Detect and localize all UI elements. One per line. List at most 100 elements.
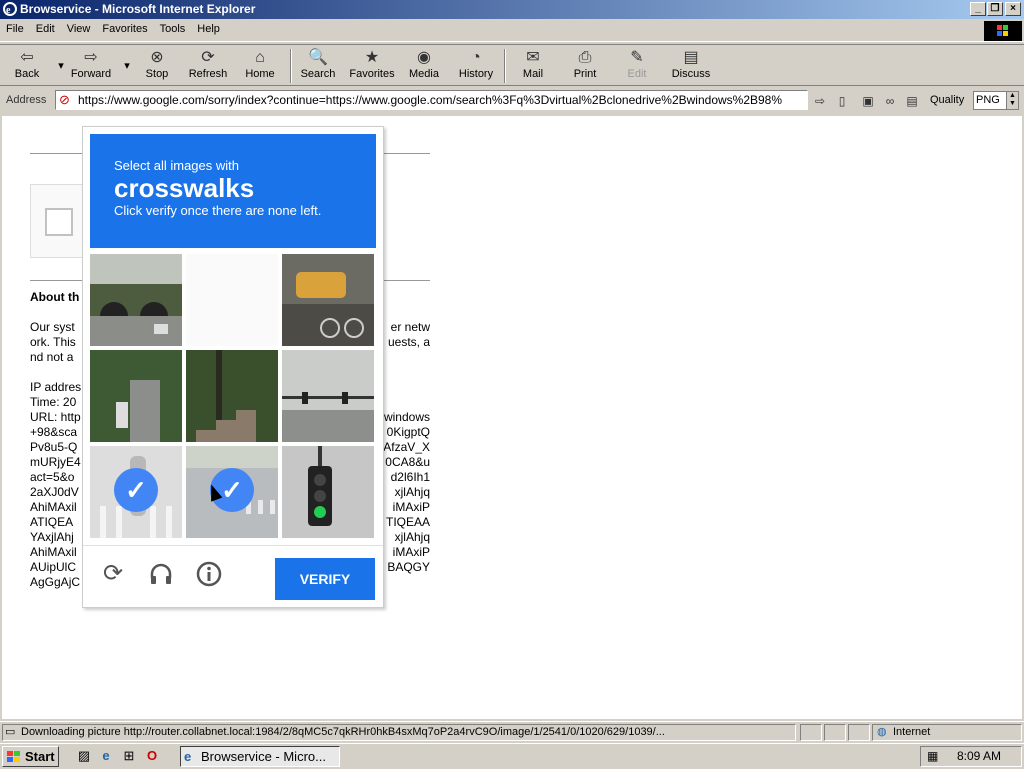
toolbar-separator (504, 49, 506, 83)
print-icon: ⎙ (578, 49, 592, 66)
captcha-tile-bridge-tunnel[interactable] (90, 254, 182, 346)
toolbar-label: Mail (522, 68, 544, 80)
line-left: 2aXJ0dV (30, 485, 79, 499)
line-right: TIQEAA (385, 515, 430, 529)
bookmark-icon[interactable]: ▯ (834, 93, 850, 109)
home-button[interactable]: ⌂ Home (238, 47, 282, 85)
line-left: ork. This (30, 335, 76, 349)
edit-button: ✎ Edit (620, 47, 654, 85)
page-loading-icon: ▭ (5, 726, 16, 738)
captcha-tile-traffic-lights-road[interactable] (282, 350, 374, 442)
back-button[interactable]: ⇦ Back (4, 47, 50, 85)
window-title: Browservice - Microsoft Internet Explore… (20, 2, 256, 16)
stop-button[interactable]: ⊗ Stop (140, 47, 174, 85)
discuss-button[interactable]: ▤ Discuss (666, 47, 716, 85)
title-bar[interactable]: e Browservice - Microsoft Internet Explo… (0, 0, 1024, 19)
start-button[interactable]: Start (2, 746, 59, 767)
toolbar-label: History (458, 68, 494, 80)
recaptcha-checkbox[interactable] (45, 208, 73, 236)
line-left: AgGgAjC (30, 575, 81, 589)
captcha-tile-crosswalk-pedestrian[interactable]: ✓ (90, 446, 182, 538)
windows-logo-icon (984, 21, 1022, 41)
forward-button[interactable]: ⇨ Forward (66, 47, 116, 85)
headphones-icon[interactable] (147, 560, 175, 588)
verify-button[interactable]: VERIFY (275, 558, 375, 600)
task-label: Browservice - Micro... (201, 749, 326, 764)
captcha-tile-stairs-trees[interactable] (186, 350, 278, 442)
line-right: uests, a (387, 335, 430, 349)
refresh-button[interactable]: ⟳ Refresh (186, 47, 230, 85)
line-left: +98&sca (30, 425, 78, 439)
menu-file[interactable]: File (0, 20, 30, 38)
start-label: Start (25, 749, 55, 764)
line-left: YAxjlAhj (30, 530, 74, 544)
address-url: https://www.google.com/sorry/index?conti… (78, 93, 783, 107)
toolbar-label: Forward (70, 68, 112, 80)
favorites-button[interactable]: ★ Favorites (346, 47, 398, 85)
windows-flag-icon (6, 750, 22, 769)
mail-button[interactable]: ✉ Mail (512, 47, 554, 85)
line-left: AhiMAxil (30, 545, 77, 559)
globe-icon: ◍ (877, 726, 887, 738)
clipboard-icon[interactable]: ▤ (904, 93, 920, 109)
toolbar-separator (290, 49, 292, 83)
captcha-tile-blank-loading[interactable] (186, 254, 278, 346)
info-icon[interactable] (195, 560, 223, 588)
menu-edit[interactable]: Edit (30, 20, 61, 38)
page-icon: ⊘ (59, 92, 70, 107)
minimize-button[interactable]: _ (970, 2, 986, 16)
captcha-hint: Click verify once there are none left. (114, 203, 322, 218)
history-button[interactable]: ◔ History (454, 47, 498, 85)
menu-help[interactable]: Help (191, 20, 226, 38)
spinner-icon[interactable]: ▲ ▼ (1006, 92, 1018, 109)
tray-network-icon[interactable]: ▦ (927, 747, 938, 766)
back-arrow-icon: ⇦ (20, 49, 34, 66)
print-button[interactable]: ⎙ Print (566, 47, 604, 85)
page-view-icon[interactable]: ▣ (860, 93, 876, 109)
line-left: Our syst (30, 320, 75, 334)
status-text: ▭ Downloading picture http://router.coll… (2, 724, 796, 741)
refresh-icon: ⟳ (201, 49, 215, 66)
network-icon[interactable]: ⊞ (121, 748, 137, 764)
system-tray: ▦ 8:09 AM (920, 746, 1022, 767)
line-left: URL: http (30, 410, 81, 424)
captcha-target: crosswalks (114, 173, 255, 203)
captcha-tile-traffic-light-green[interactable] (282, 446, 374, 538)
media-icon: ◉ (417, 49, 431, 66)
restore-button[interactable]: ❐ (987, 2, 1003, 16)
opera-icon[interactable]: O (144, 748, 160, 764)
captcha-tile-street-trees-motorbike[interactable] (90, 350, 182, 442)
go-arrow-icon[interactable]: ⇨ (812, 93, 828, 109)
line-left: AhiMAxil (30, 500, 77, 514)
menu-favorites[interactable]: Favorites (96, 20, 153, 38)
taskbar-task-browservice[interactable]: e Browservice - Micro... (180, 746, 340, 767)
status-pane (848, 724, 870, 741)
line-left: Pv8u5-Q (30, 440, 78, 454)
captcha-tile-crosswalk-road[interactable]: ✓ (186, 446, 278, 538)
show-desktop-icon[interactable]: ▨ (76, 748, 92, 764)
toolbar-label: Refresh (188, 68, 228, 80)
media-button[interactable]: ◉ Media (402, 47, 446, 85)
quality-select[interactable]: PNG ▲ ▼ (973, 91, 1019, 110)
line-left: ATIQEA (30, 515, 74, 529)
line-right: iMAxiP (392, 500, 430, 514)
menu-view[interactable]: View (61, 20, 97, 38)
address-input[interactable]: ⊘ https://www.google.com/sorry/index?con… (55, 90, 808, 110)
menu-tools[interactable]: Tools (154, 20, 192, 38)
captcha-image-grid: ✓ ✓ (90, 254, 376, 540)
zone-label: Internet (893, 726, 931, 738)
captcha-tile-parked-cars-bicycle[interactable] (282, 254, 374, 346)
toolbar-label: Edit (627, 68, 647, 80)
ie-quicklaunch-icon[interactable]: e (98, 748, 114, 764)
line-right: xjlAhjq (394, 485, 430, 499)
quality-value: PNG (976, 94, 1000, 106)
address-label: Address (6, 94, 47, 106)
reload-icon[interactable]: ⟳ (99, 560, 127, 588)
toolbar-label: Search (300, 68, 336, 80)
close-button[interactable]: × (1005, 2, 1021, 16)
toolbar-label: Media (409, 68, 439, 80)
taskbar: Start ▨ e ⊞ O e Browservice - Micro... ▦… (0, 743, 1024, 768)
status-bar: ▭ Downloading picture http://router.coll… (0, 721, 1024, 741)
binoculars-icon[interactable]: ∞ (882, 93, 898, 109)
search-button[interactable]: 🔍 Search (298, 47, 338, 85)
